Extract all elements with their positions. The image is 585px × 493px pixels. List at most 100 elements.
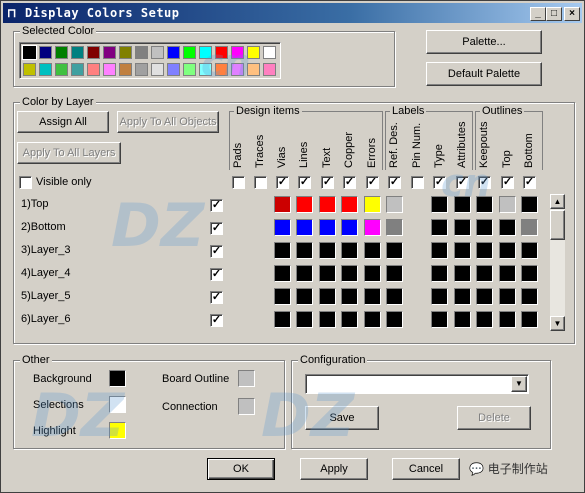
palette-swatch[interactable]: [183, 63, 196, 76]
layer-color-cell[interactable]: [499, 311, 516, 328]
layer-visible-checkbox[interactable]: ✓: [210, 268, 223, 281]
scroll-down-arrow-icon[interactable]: ▼: [550, 316, 565, 331]
layer-color-cell[interactable]: [454, 219, 471, 236]
column-visible-checkbox[interactable]: ✓: [478, 176, 491, 189]
column-visible-checkbox[interactable]: ✓: [321, 176, 334, 189]
layer-color-cell[interactable]: [296, 265, 313, 282]
palette-swatch[interactable]: [231, 46, 244, 59]
palette-swatch[interactable]: [87, 63, 100, 76]
layer-color-cell[interactable]: [386, 265, 403, 282]
layer-color-cell[interactable]: [476, 196, 493, 213]
cancel-button[interactable]: Cancel: [392, 458, 460, 480]
apply-to-all-objects-button[interactable]: Apply To All Objects: [117, 111, 219, 133]
layer-color-cell[interactable]: [454, 288, 471, 305]
palette-swatch[interactable]: [135, 63, 148, 76]
palette-swatch[interactable]: [103, 63, 116, 76]
assign-all-button[interactable]: Assign All: [17, 111, 109, 133]
layer-color-cell[interactable]: [364, 265, 381, 282]
palette-swatch[interactable]: [247, 46, 260, 59]
layer-color-cell[interactable]: [274, 288, 291, 305]
layer-color-cell[interactable]: [454, 311, 471, 328]
layer-color-cell[interactable]: [319, 242, 336, 259]
palette-swatch[interactable]: [71, 63, 84, 76]
visible-only-checkbox[interactable]: [19, 176, 32, 189]
layer-visible-checkbox[interactable]: ✓: [210, 291, 223, 304]
layer-color-cell[interactable]: [521, 265, 538, 282]
layer-color-cell[interactable]: [476, 219, 493, 236]
layer-color-cell[interactable]: [521, 242, 538, 259]
palette-swatch[interactable]: [167, 63, 180, 76]
palette-swatch[interactable]: [167, 46, 180, 59]
column-visible-checkbox[interactable]: [411, 176, 424, 189]
palette-button[interactable]: Palette...: [426, 30, 542, 54]
scroll-thumb[interactable]: [550, 210, 565, 240]
layer-color-cell[interactable]: [454, 196, 471, 213]
board-outline-color-swatch[interactable]: [238, 370, 255, 387]
delete-button[interactable]: Delete: [457, 406, 531, 430]
column-visible-checkbox[interactable]: ✓: [501, 176, 514, 189]
column-visible-checkbox[interactable]: ✓: [276, 176, 289, 189]
layer-visible-checkbox[interactable]: ✓: [210, 245, 223, 258]
palette-swatch[interactable]: [39, 63, 52, 76]
layer-color-cell[interactable]: [454, 242, 471, 259]
layer-color-cell[interactable]: [386, 242, 403, 259]
apply-to-all-layers-button[interactable]: Apply To All Layers: [17, 142, 121, 164]
layer-color-cell[interactable]: [431, 242, 448, 259]
palette-swatch[interactable]: [199, 63, 212, 76]
palette-swatch[interactable]: [151, 63, 164, 76]
column-visible-checkbox[interactable]: [254, 176, 267, 189]
layer-color-cell[interactable]: [364, 288, 381, 305]
layer-color-cell[interactable]: [431, 219, 448, 236]
layer-color-cell[interactable]: [499, 288, 516, 305]
layer-color-cell[interactable]: [431, 288, 448, 305]
palette-swatch[interactable]: [151, 46, 164, 59]
palette-swatch[interactable]: [263, 46, 276, 59]
layer-color-cell[interactable]: [431, 311, 448, 328]
layer-color-cell[interactable]: [476, 311, 493, 328]
palette-swatch[interactable]: [215, 63, 228, 76]
column-visible-checkbox[interactable]: ✓: [388, 176, 401, 189]
column-visible-checkbox[interactable]: [232, 176, 245, 189]
layer-color-cell[interactable]: [386, 196, 403, 213]
layer-visible-checkbox[interactable]: ✓: [210, 222, 223, 235]
layer-color-cell[interactable]: [364, 311, 381, 328]
dropdown-arrow-icon[interactable]: ▼: [511, 376, 527, 392]
layer-color-cell[interactable]: [296, 288, 313, 305]
layer-color-cell[interactable]: [341, 242, 358, 259]
palette-swatch[interactable]: [231, 63, 244, 76]
layer-color-cell[interactable]: [521, 219, 538, 236]
palette-swatch[interactable]: [55, 63, 68, 76]
layer-color-cell[interactable]: [274, 219, 291, 236]
column-visible-checkbox[interactable]: ✓: [298, 176, 311, 189]
palette-swatch[interactable]: [215, 46, 228, 59]
palette-swatch[interactable]: [119, 63, 132, 76]
layer-color-cell[interactable]: [386, 311, 403, 328]
layer-color-cell[interactable]: [274, 196, 291, 213]
layer-color-cell[interactable]: [319, 196, 336, 213]
palette-swatch[interactable]: [119, 46, 132, 59]
layer-color-cell[interactable]: [274, 265, 291, 282]
configuration-select[interactable]: ▼: [305, 374, 529, 394]
layer-color-cell[interactable]: [274, 311, 291, 328]
palette-swatch[interactable]: [199, 46, 212, 59]
layer-scrollbar[interactable]: ▲ ▼: [550, 194, 565, 331]
layer-color-cell[interactable]: [319, 288, 336, 305]
column-visible-checkbox[interactable]: ✓: [366, 176, 379, 189]
selections-color-swatch[interactable]: [109, 396, 126, 413]
layer-color-cell[interactable]: [364, 242, 381, 259]
scroll-up-arrow-icon[interactable]: ▲: [550, 194, 565, 209]
ok-button[interactable]: OK: [207, 458, 275, 480]
column-visible-checkbox[interactable]: ✓: [343, 176, 356, 189]
palette-swatch[interactable]: [103, 46, 116, 59]
palette-swatch[interactable]: [22, 45, 37, 60]
layer-color-cell[interactable]: [476, 288, 493, 305]
layer-color-cell[interactable]: [341, 311, 358, 328]
layer-color-cell[interactable]: [364, 196, 381, 213]
palette-swatch[interactable]: [247, 63, 260, 76]
highlight-color-swatch[interactable]: [109, 422, 126, 439]
layer-color-cell[interactable]: [296, 242, 313, 259]
close-button[interactable]: ×: [564, 7, 580, 21]
minimize-button[interactable]: _: [530, 7, 546, 21]
layer-visible-checkbox[interactable]: ✓: [210, 314, 223, 327]
layer-color-cell[interactable]: [319, 311, 336, 328]
